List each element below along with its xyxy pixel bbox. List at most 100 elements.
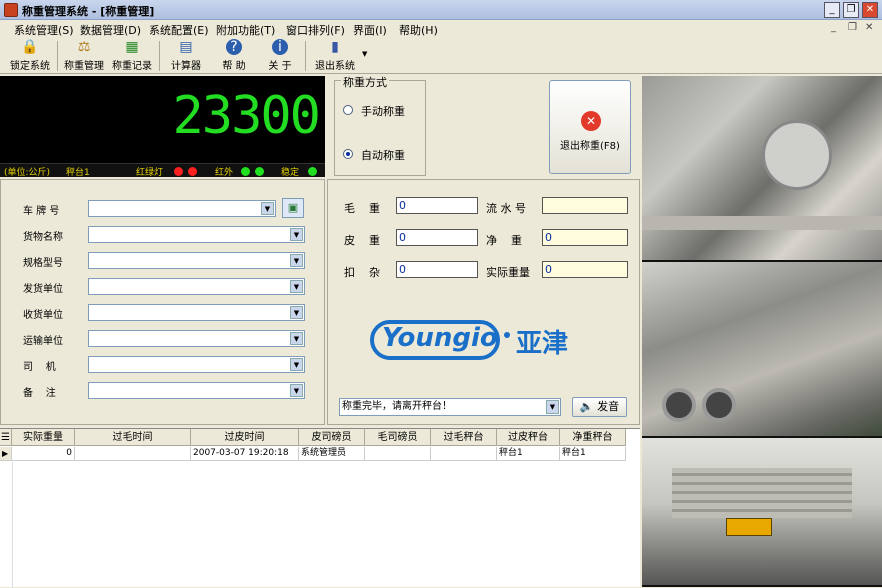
- transport-combo[interactable]: ▼: [88, 330, 305, 347]
- logo-brand: Youngio: [382, 323, 498, 353]
- table-cell[interactable]: 秤台1: [560, 447, 626, 461]
- menu-config[interactable]: 系统配置(E): [149, 22, 209, 38]
- plate-combo[interactable]: ▼: [88, 200, 276, 217]
- receiver-label: 收货单位: [23, 310, 63, 321]
- window-title: 称重管理系统 - [称重管理]: [22, 5, 155, 18]
- auto-mode-label[interactable]: 自动称重: [361, 147, 405, 163]
- serial-field[interactable]: [542, 197, 628, 214]
- chevron-down-icon[interactable]: ▼: [290, 228, 303, 241]
- goods-combo[interactable]: ▼: [88, 226, 305, 243]
- camera-feed-2: [642, 262, 882, 438]
- mdi-minimize-button[interactable]: _: [831, 22, 836, 33]
- table-header[interactable]: 过皮秤台: [497, 429, 560, 446]
- toolbar-separator: [57, 41, 58, 71]
- manual-mode-label[interactable]: 手动称重: [361, 103, 405, 119]
- toolbar: 🔒 锁定系统 ⚖ 称重管理 ▦ 称重记录 ▤ 计算器 ? 帮 助 i 关 于 ▮…: [0, 38, 882, 74]
- table-cell[interactable]: 系统管理员: [299, 447, 365, 461]
- sender-combo[interactable]: ▼: [88, 278, 305, 295]
- chevron-down-icon[interactable]: ▼: [290, 358, 303, 371]
- table-cell[interactable]: 0: [12, 447, 75, 461]
- mdi-restore-button[interactable]: ❐: [848, 22, 857, 33]
- menu-help[interactable]: 帮助(H): [399, 22, 438, 38]
- transport-label: 运输单位: [23, 336, 63, 347]
- platform-label: 秤台1: [66, 168, 90, 178]
- speak-button[interactable]: 🔈 发音: [572, 397, 627, 417]
- close-button[interactable]: ✕: [862, 2, 878, 18]
- message-text: 称重完毕，请离开秤台！: [342, 401, 452, 412]
- row-pointer-icon[interactable]: ▶: [0, 447, 12, 461]
- table-header[interactable]: 净重秤台: [560, 429, 626, 446]
- net-field[interactable]: 0: [542, 229, 628, 246]
- table-header[interactable]: 过皮时间: [191, 429, 299, 446]
- deduct-field[interactable]: 0: [396, 261, 478, 278]
- chevron-down-icon[interactable]: ▼: [290, 384, 303, 397]
- message-combo[interactable]: 称重完毕，请离开秤台！ ▼: [339, 398, 561, 416]
- actual-weight-label: 实际重量: [486, 266, 530, 279]
- note-label: 备 注: [23, 388, 56, 399]
- spec-label: 规格型号: [23, 258, 63, 269]
- chevron-down-icon[interactable]: ▼: [261, 202, 274, 215]
- gross-field[interactable]: 0: [396, 197, 478, 214]
- tare-field[interactable]: 0: [396, 229, 478, 246]
- table-cell[interactable]: [75, 447, 191, 461]
- info-icon: i: [272, 39, 288, 55]
- exit-door-icon: ▮: [331, 39, 339, 55]
- chevron-down-icon[interactable]: ▼: [290, 306, 303, 319]
- weighing-manage-button[interactable]: ⚖ 称重管理: [60, 39, 108, 73]
- weighing-records-button[interactable]: ▦ 称重记录: [108, 39, 156, 73]
- actual-weight-field[interactable]: 0: [542, 261, 628, 278]
- manual-mode-radio[interactable]: [343, 105, 353, 115]
- traffic-red-led-icon: [174, 167, 183, 176]
- records-table: ☰ 实际重量 过毛时间 过皮时间 皮司磅员 毛司磅员 过毛秤台 过皮秤台 净重秤…: [0, 428, 640, 588]
- menu-window[interactable]: 窗口排列(F): [286, 22, 345, 38]
- weight-readout: 23300: [172, 86, 321, 146]
- auto-mode-radio[interactable]: [343, 149, 353, 159]
- menu-data[interactable]: 数据管理(D): [80, 22, 141, 38]
- speaker-icon: 🔈: [579, 400, 594, 413]
- toolbar-separator: [305, 41, 306, 71]
- table-header[interactable]: 毛司磅员: [365, 429, 431, 446]
- table-cell[interactable]: 秤台1: [497, 447, 560, 461]
- table-cell[interactable]: [365, 447, 431, 461]
- chevron-down-icon[interactable]: ▼: [290, 332, 303, 345]
- receiver-combo[interactable]: ▼: [88, 304, 305, 321]
- table-header[interactable]: 实际重量: [12, 429, 75, 446]
- table-header[interactable]: 过毛时间: [75, 429, 191, 446]
- chevron-down-icon[interactable]: ▼: [290, 280, 303, 293]
- serial-label: 流 水 号: [486, 202, 526, 215]
- exit-system-button[interactable]: ▮ 退出系统: [310, 39, 360, 73]
- menu-extra[interactable]: 附加功能(T): [216, 22, 275, 38]
- table-cell[interactable]: [431, 447, 497, 461]
- plate-label: 车 牌 号: [23, 206, 60, 217]
- infrared-green-led-icon: [241, 167, 250, 176]
- weighing-mode-group: 称重方式 手动称重 自动称重: [334, 74, 426, 176]
- chevron-down-icon[interactable]: ▼: [546, 400, 559, 414]
- minimize-button[interactable]: _: [824, 2, 840, 18]
- driver-combo[interactable]: ▼: [88, 356, 305, 373]
- box-icon: ▣: [287, 201, 299, 214]
- note-combo[interactable]: ▼: [88, 382, 305, 399]
- unit-label: (单位:公斤): [4, 168, 51, 178]
- chevron-down-icon[interactable]: ▼: [362, 50, 367, 58]
- help-button[interactable]: ? 帮 助: [214, 39, 254, 73]
- plate-lookup-button[interactable]: ▣: [282, 198, 304, 218]
- menu-view[interactable]: 界面(I): [353, 22, 387, 38]
- table-header[interactable]: 过毛秤台: [431, 429, 497, 446]
- about-button[interactable]: i 关 于: [260, 39, 300, 73]
- maximize-button[interactable]: ❐: [843, 2, 859, 18]
- calculator-button[interactable]: ▤ 计算器: [165, 39, 207, 73]
- lock-system-button[interactable]: 🔒 锁定系统: [6, 39, 54, 73]
- deduct-label: 扣 杂: [344, 266, 380, 279]
- display-status-bar: (单位:公斤) 秤台1 红绿灯 红外 稳定: [0, 163, 325, 178]
- weight-display: 23300: [0, 76, 325, 176]
- table-cell[interactable]: 2007-03-07 19:20:18: [191, 447, 299, 461]
- row-selector-header: ☰: [0, 429, 12, 446]
- stable-label: 稳定: [281, 168, 300, 178]
- exit-weighing-button[interactable]: ✕ 退出称重(F8): [549, 80, 631, 174]
- mdi-close-button[interactable]: ✕: [865, 22, 873, 33]
- chevron-down-icon[interactable]: ▼: [290, 254, 303, 267]
- table-header[interactable]: 皮司磅员: [299, 429, 365, 446]
- menu-system[interactable]: 系统管理(S): [14, 22, 74, 38]
- spec-combo[interactable]: ▼: [88, 252, 305, 269]
- menu-bar: 系统管理(S) 数据管理(D) 系统配置(E) 附加功能(T) 窗口排列(F) …: [0, 20, 882, 38]
